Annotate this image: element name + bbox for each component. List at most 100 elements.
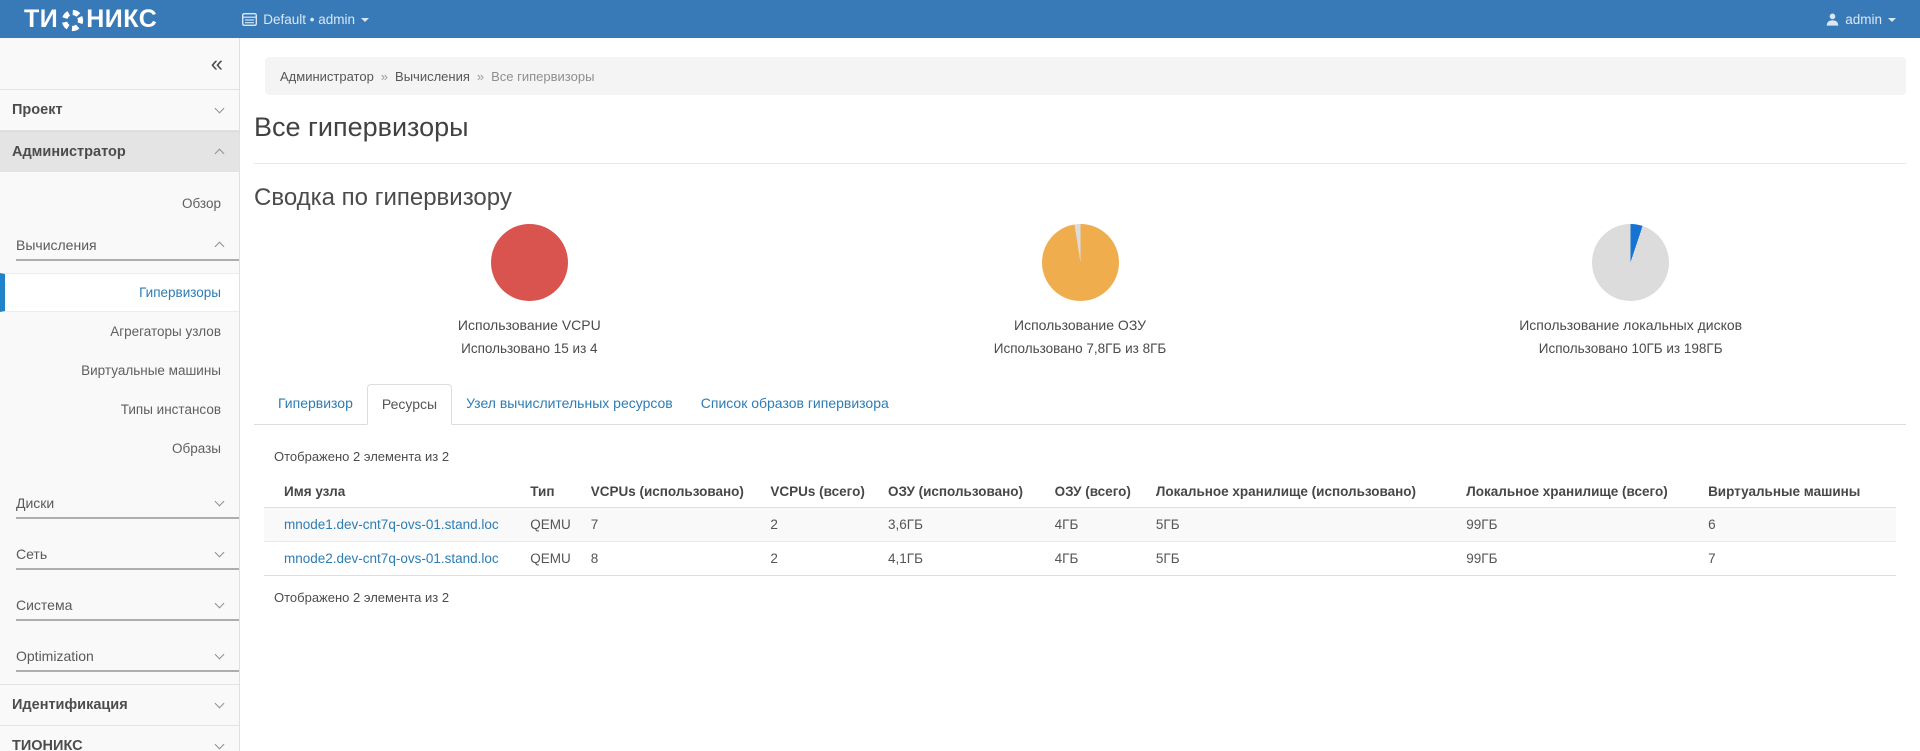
sidebar-dashboard-project[interactable]: Проект xyxy=(0,90,239,131)
col-vcpus-used: VCPUs (использовано) xyxy=(591,476,771,508)
main-content: Администратор » Вычисления » Все гиперви… xyxy=(240,0,1920,605)
cell-storage-total: 99ГБ xyxy=(1466,508,1708,542)
sidebar-dashboard-project-label: Проект xyxy=(12,102,63,118)
cell-vcpus-total: 2 xyxy=(770,508,888,542)
items-shown-count-top: Отображено 2 элемента из 2 xyxy=(254,449,1906,464)
vcpu-usage-chart: Использование VCPU Использовано 15 из 4 xyxy=(254,224,805,360)
summary-title: Сводка по гипервизору xyxy=(254,183,1906,212)
sidebar: « Проект Администратор Обзор Вычисления … xyxy=(0,38,240,751)
brand-logo[interactable]: ТИ НИКС xyxy=(24,7,157,32)
ram-usage-pie xyxy=(1042,224,1119,301)
chevron-down-icon xyxy=(215,599,225,609)
cell-vcpus-used: 7 xyxy=(591,508,771,542)
sidebar-dashboard-identity[interactable]: Идентификация xyxy=(0,685,239,726)
sidebar-group-optimization-label: Optimization xyxy=(16,648,94,664)
tab-hypervisor[interactable]: Гипервизор xyxy=(264,384,367,425)
ram-usage-chart: Использование ОЗУ Использовано 7,8ГБ из … xyxy=(805,224,1356,360)
sidebar-item-flavors[interactable]: Типы инстансов xyxy=(0,390,239,429)
cell-storage-used: 5ГБ xyxy=(1156,508,1466,542)
cell-storage-total: 99ГБ xyxy=(1466,542,1708,576)
divider xyxy=(254,163,1906,164)
disk-usage-chart: Использование локальных дисков Использов… xyxy=(1355,224,1906,360)
cell-storage-used: 5ГБ xyxy=(1156,542,1466,576)
chevron-down-icon xyxy=(215,650,225,660)
vcpu-usage-pie xyxy=(491,224,568,301)
sidebar-item-hypervisors[interactable]: Гипервизоры xyxy=(0,273,239,312)
user-icon xyxy=(1826,13,1839,26)
sidebar-dashboard-admin-label: Администратор xyxy=(12,144,126,160)
table-header-row: Имя узла Тип VCPUs (использовано) VCPUs … xyxy=(264,476,1896,508)
sidebar-dashboard-tionix-label: ТИОНИКС xyxy=(12,738,83,751)
cell-ram-total: 4ГБ xyxy=(1055,508,1156,542)
tab-image-list[interactable]: Список образов гипервизора xyxy=(687,384,903,425)
table-row: mnode2.dev-cnt7q-ovs-01.stand.loc QEMU 8… xyxy=(264,542,1896,576)
breadcrumb-item-compute[interactable]: Вычисления xyxy=(395,69,470,84)
cell-vcpus-total: 2 xyxy=(770,542,888,576)
sidebar-item-instances[interactable]: Виртуальные машины xyxy=(0,351,239,390)
hypervisor-resources-table: Имя узла Тип VCPUs (использовано) VCPUs … xyxy=(264,476,1896,576)
group-underline xyxy=(16,670,239,672)
chevron-down-icon xyxy=(215,104,225,114)
sidebar-group-network[interactable]: Сеть xyxy=(0,519,239,570)
cell-ram-total: 4ГБ xyxy=(1055,542,1156,576)
sidebar-dashboard-admin[interactable]: Администратор xyxy=(0,131,239,172)
sidebar-group-network-label: Сеть xyxy=(16,546,47,562)
cell-type: QEMU xyxy=(530,542,590,576)
sidebar-dashboard-identity-label: Идентификация xyxy=(12,697,128,713)
sidebar-group-system[interactable]: Система xyxy=(0,570,239,621)
cell-type: QEMU xyxy=(530,508,590,542)
tab-compute-host[interactable]: Узел вычислительных ресурсов xyxy=(452,384,687,425)
cell-ram-used: 3,6ГБ xyxy=(888,508,1055,542)
col-vcpus-total: VCPUs (всего) xyxy=(770,476,888,508)
sidebar-header: « xyxy=(0,38,239,90)
project-context-switcher[interactable]: Default • admin xyxy=(242,12,369,27)
brand-text-left: ТИ xyxy=(24,7,58,32)
hypervisor-summary-charts: Использование VCPU Использовано 15 из 4 … xyxy=(254,224,1906,360)
brand-o-ring-icon xyxy=(58,7,86,32)
tab-resources[interactable]: Ресурсы xyxy=(367,384,452,425)
node-link[interactable]: mnode2.dev-cnt7q-ovs-01.stand.loc xyxy=(284,551,499,566)
user-menu-label: admin xyxy=(1845,12,1882,27)
chevron-down-icon xyxy=(215,497,225,507)
sidebar-group-volumes[interactable]: Диски xyxy=(0,468,239,519)
chevron-down-icon xyxy=(215,699,225,709)
cell-vcpus-used: 8 xyxy=(591,542,771,576)
group-underline xyxy=(16,259,239,261)
disk-usage-pie xyxy=(1592,224,1669,301)
col-vms: Виртуальные машины xyxy=(1708,476,1896,508)
projects-table-icon xyxy=(242,13,257,26)
breadcrumb: Администратор » Вычисления » Все гиперви… xyxy=(265,57,1906,95)
col-storage-total: Локальное хранилище (всего) xyxy=(1466,476,1708,508)
brand-text-right: НИКС xyxy=(86,7,157,32)
col-ram-total: ОЗУ (всего) xyxy=(1055,476,1156,508)
col-type: Тип xyxy=(530,476,590,508)
top-navbar: ТИ НИКС Default • admin admin xyxy=(0,0,1920,38)
breadcrumb-item-current: Все гипервизоры xyxy=(491,69,594,84)
chevron-up-icon xyxy=(215,148,225,158)
ram-usage-subtitle: Использовано 7,8ГБ из 8ГБ xyxy=(805,337,1356,360)
disk-usage-subtitle: Использовано 10ГБ из 198ГБ xyxy=(1355,337,1906,360)
items-shown-count-bottom: Отображено 2 элемента из 2 xyxy=(254,590,1906,605)
chevron-up-icon xyxy=(215,242,225,252)
context-switcher-label: Default • admin xyxy=(263,12,355,27)
sidebar-collapse-button[interactable]: « xyxy=(211,53,223,75)
col-ram-used: ОЗУ (использовано) xyxy=(888,476,1055,508)
col-storage-used: Локальное хранилище (использовано) xyxy=(1156,476,1466,508)
chevron-down-icon xyxy=(215,740,225,750)
breadcrumb-item-admin[interactable]: Администратор xyxy=(280,69,374,84)
disk-usage-title: Использование локальных дисков xyxy=(1355,314,1906,337)
sidebar-group-volumes-label: Диски xyxy=(16,495,54,511)
sidebar-group-system-label: Система xyxy=(16,597,72,613)
chevron-down-icon xyxy=(1888,18,1896,22)
cell-ram-used: 4,1ГБ xyxy=(888,542,1055,576)
sidebar-group-compute[interactable]: Вычисления xyxy=(0,223,239,261)
sidebar-item-host-aggregates[interactable]: Агрегаторы узлов xyxy=(0,312,239,351)
user-menu[interactable]: admin xyxy=(1826,12,1896,27)
breadcrumb-separator: » xyxy=(381,69,388,84)
sidebar-group-optimization[interactable]: Optimization xyxy=(0,621,239,672)
sidebar-dashboard-tionix[interactable]: ТИОНИКС xyxy=(0,726,239,751)
node-link[interactable]: mnode1.dev-cnt7q-ovs-01.stand.loc xyxy=(284,517,499,532)
sidebar-item-images[interactable]: Образы xyxy=(0,429,239,468)
ram-usage-title: Использование ОЗУ xyxy=(805,314,1356,337)
sidebar-item-overview[interactable]: Обзор xyxy=(0,184,239,223)
